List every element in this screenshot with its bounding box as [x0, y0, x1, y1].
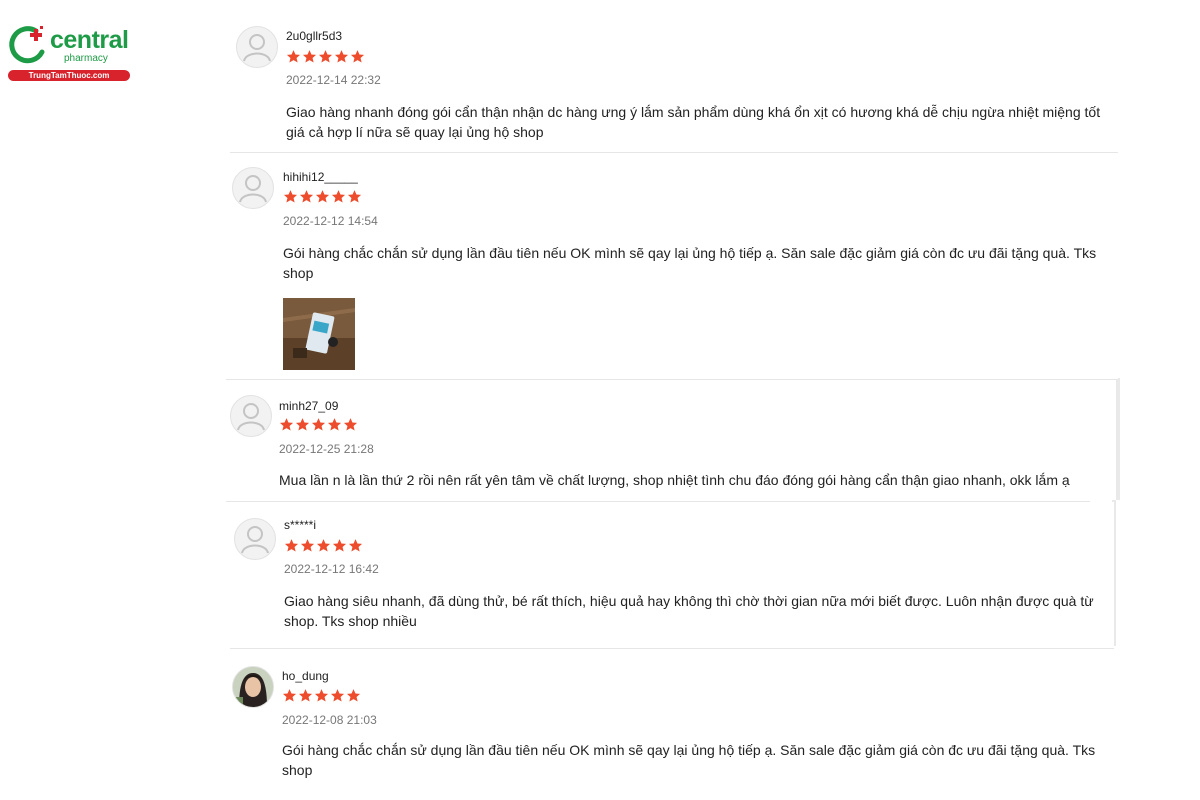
review-item: s*****i 2022-12-12 16:42 Giao hàng siêu …	[230, 502, 1114, 649]
star-icon	[311, 418, 326, 431]
brand-sub: pharmacy	[64, 53, 108, 64]
profile-photo-icon	[233, 667, 273, 707]
star-icon	[298, 689, 313, 702]
user-avatar	[230, 395, 272, 437]
rating-stars	[283, 189, 362, 205]
review-date: 2022-12-08 21:03	[282, 713, 377, 727]
review-comment: Mua lần n là lần thứ 2 rồi nên rất yên t…	[279, 472, 1070, 488]
central-pharmacy-logo[interactable]: central pharmacy TrungTamThuoc.com	[6, 20, 130, 82]
star-icon	[346, 689, 361, 702]
user-avatar	[232, 167, 274, 209]
star-icon	[318, 50, 333, 63]
rating-stars	[284, 538, 363, 554]
rating-stars	[282, 688, 361, 704]
review-date: 2022-12-12 16:42	[284, 562, 379, 576]
user-avatar	[234, 518, 276, 560]
review-username: 2u0gllr5d3	[286, 29, 343, 43]
scroll-track[interactable]	[1116, 378, 1120, 500]
review-item: 2u0gllr5d3 2022-12-14 22:32 Giao hàng nh…	[230, 0, 1118, 153]
review-comment: Gói hàng chắc chắn sử dụng lần đầu tiên …	[283, 245, 1097, 281]
review-item: minh27_09 2022-12-25 21:28 Mua lần n là …	[226, 380, 1090, 502]
star-icon	[295, 418, 310, 431]
star-icon	[283, 190, 298, 203]
review-comment: Giao hàng siêu nhanh, đã dùng thử, bé rấ…	[284, 593, 1094, 629]
star-icon	[286, 50, 301, 63]
rating-stars	[279, 417, 358, 433]
star-icon	[343, 418, 358, 431]
user-avatar	[236, 26, 278, 68]
review-date: 2022-12-14 22:32	[286, 73, 381, 87]
review-username: hihihi12_____	[283, 170, 358, 184]
star-icon	[299, 190, 314, 203]
brand-site: TrungTamThuoc.com	[8, 70, 130, 81]
review-comment: Gói hàng chắc chắn sử dụng lần đầu tiên …	[282, 742, 1096, 778]
star-icon	[279, 418, 294, 431]
star-icon	[331, 190, 346, 203]
review-username: s*****i	[284, 518, 317, 532]
star-icon	[348, 539, 363, 552]
star-icon	[316, 539, 331, 552]
review-item: hihihi12_____ 2022-12-12 14:54 Gói hàng …	[226, 153, 1118, 380]
default-user-icon	[237, 403, 265, 431]
star-icon	[284, 539, 299, 552]
brand-name: central	[50, 26, 129, 54]
star-icon	[282, 689, 297, 702]
review-username: ho_dung	[282, 669, 329, 683]
review-photo[interactable]	[283, 298, 355, 370]
product-photo-thumbnail	[283, 298, 355, 370]
star-icon	[332, 539, 347, 552]
star-icon	[347, 190, 362, 203]
star-icon	[302, 50, 317, 63]
star-icon	[315, 190, 330, 203]
star-icon	[330, 689, 345, 702]
review-comment: Giao hàng nhanh đóng gói cẩn thận nhận d…	[286, 104, 1101, 140]
default-user-icon	[241, 526, 269, 554]
review-username: minh27_09	[279, 399, 339, 413]
rating-stars	[286, 49, 365, 65]
default-user-icon	[239, 175, 267, 203]
star-icon	[300, 539, 315, 552]
review-date: 2022-12-12 14:54	[283, 214, 378, 228]
star-icon	[314, 689, 329, 702]
review-item: ho_dung 2022-12-08 21:03 Gói hàng chắc c…	[228, 650, 1108, 800]
review-date: 2022-12-25 21:28	[279, 442, 374, 456]
star-icon	[334, 50, 349, 63]
star-icon	[327, 418, 342, 431]
default-user-icon	[243, 34, 271, 62]
pharmacy-cross-logo-icon	[9, 26, 45, 64]
star-icon	[350, 50, 365, 63]
user-avatar	[232, 666, 274, 708]
